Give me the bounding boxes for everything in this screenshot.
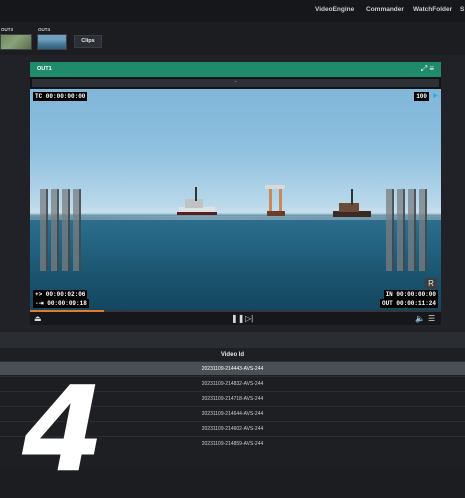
- eject-icon[interactable]: ⏏: [34, 314, 42, 323]
- output-label-out3: OUT3: [1, 27, 14, 32]
- audio-meter-right-3: [408, 189, 416, 271]
- duration-display: -⇥ 00:00:09:18: [33, 299, 89, 308]
- sea-structures-image: [177, 185, 371, 217]
- output-label-out4: OUT4: [38, 27, 51, 32]
- audio-meter-left-2: [51, 189, 59, 271]
- audio-meter-right-1: [386, 189, 394, 271]
- player-header-icons: ⤢ ≡: [421, 64, 434, 74]
- in-point-display: IN 00:00:00:00: [383, 290, 438, 299]
- audio-meter-right-4: [419, 189, 427, 271]
- volume-readout: 100: [414, 92, 429, 101]
- output-thumbnail-out4[interactable]: [37, 34, 67, 50]
- overlay-step-number: 4: [22, 360, 105, 498]
- in-offset-display: +> 00:00:02:06: [33, 290, 88, 299]
- volume-icon[interactable]: 🔈: [415, 314, 425, 323]
- out-point-display: OUT 00:00:11:24: [379, 299, 438, 308]
- play-indicator-icon: ▶: [433, 93, 438, 99]
- pause-icon[interactable]: ❚❚: [231, 314, 244, 323]
- player-header: OUT1 ⤢ ≡: [30, 62, 441, 77]
- video-frame[interactable]: TC 00:00:00:00 100 ▶ +> 00:00:02:06 -⇥ 0…: [30, 89, 441, 310]
- audio-meter-left-4: [73, 189, 81, 271]
- audio-meter-left-3: [62, 189, 70, 271]
- timecode-display: TC 00:00:00:00: [33, 92, 88, 101]
- player-status-strip: -: [32, 79, 439, 87]
- menu-icon[interactable]: ≡: [429, 64, 434, 73]
- step-forward-icon[interactable]: ▷|: [245, 314, 253, 323]
- record-badge: R: [425, 278, 437, 289]
- video-player: OUT1 ⤢ ≡ - TC 00:00:00:00 100 ▶ +> 00:00…: [30, 62, 441, 325]
- audio-meter-left-1: [40, 189, 48, 271]
- expand-icon[interactable]: ⤢: [421, 64, 427, 73]
- player-controls: ⏏ ❚❚ ▷| 🔈 ☰: [30, 312, 441, 325]
- nav-commander[interactable]: Commander: [366, 6, 404, 13]
- audio-meter-right-2: [397, 189, 405, 271]
- player-title: OUT1: [37, 66, 52, 72]
- top-navigation: VideoEngine Commander WatchFolder S: [0, 0, 465, 22]
- table-toolbar: [0, 332, 465, 348]
- nav-watchfolder[interactable]: WatchFolder: [413, 6, 452, 13]
- clips-button[interactable]: Clips: [74, 35, 102, 48]
- nav-overflow[interactable]: S: [460, 6, 464, 13]
- sliders-icon[interactable]: ☰: [428, 314, 435, 323]
- output-thumbnail-out3[interactable]: [0, 34, 32, 50]
- output-selector: OUT3 OUT4: [0, 24, 465, 54]
- nav-videoengine[interactable]: VideoEngine: [315, 6, 354, 13]
